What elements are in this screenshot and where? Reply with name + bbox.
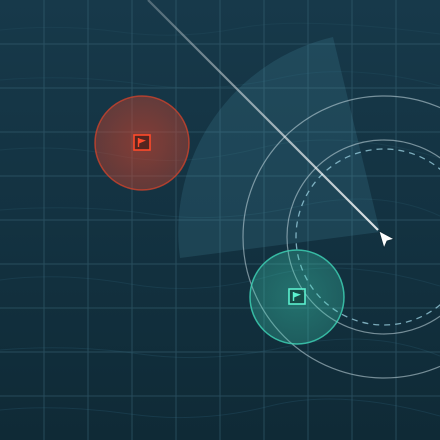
flag-icon [133,134,151,151]
hostile-capture-zone[interactable] [94,95,190,191]
flag-icon [288,288,306,305]
tactical-minimap[interactable] [0,0,440,440]
friendly-capture-zone[interactable] [249,249,345,345]
